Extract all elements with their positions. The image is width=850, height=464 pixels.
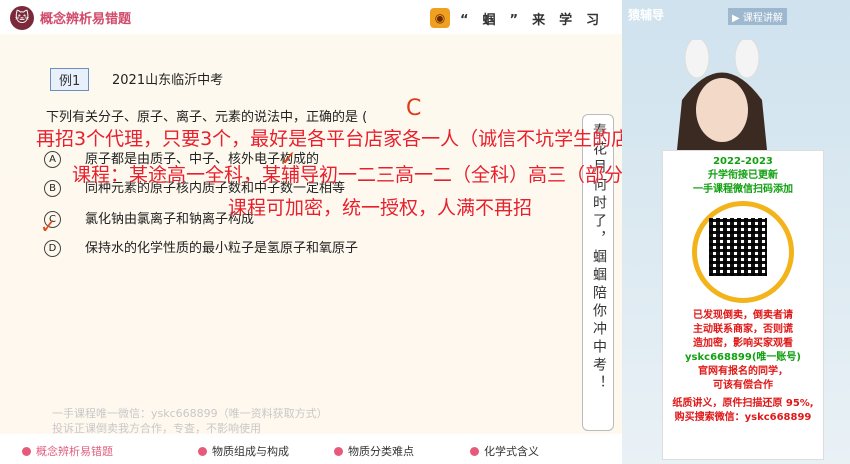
question-stem: 下列有关分子、原子、离子、元素的说法中，正确的是 ( — [46, 110, 368, 125]
option-c[interactable]: C 氯化钠由氯离子和钠离子构成 — [44, 208, 254, 228]
qr-code-icon[interactable] — [692, 201, 794, 303]
brand-title: 概念辨析易错题 — [40, 12, 132, 27]
option-letter: B — [44, 180, 61, 197]
ad-line: yskc668899(唯一账号) — [685, 352, 801, 363]
overlay-line-3: 课程可加密，统一授权，人满不再招 — [228, 197, 533, 219]
bottom-nav: 概念辨析易错题 物质组成与构成 物质分类难点 化学式含义 — [0, 434, 622, 464]
brand-icon: 🐱 — [10, 6, 34, 30]
slide-content: 例1 2021山东临沂中考 下列有关分子、原子、离子、元素的说法中，正确的是 (… — [0, 34, 622, 434]
ad-panel: 2022-2023 升学衔接已更新 一手课程微信扫码添加 已发现倒卖，倒卖者请 … — [662, 150, 824, 460]
nav-label: 概念辨析易错题 — [36, 445, 113, 458]
top-bar: 🐱 概念辨析易错题 ◉ “蝈”来学习 — [0, 0, 622, 34]
watermark-line-1: 一手课程唯一微信：yskc668899（唯一资料获取方式） — [52, 407, 328, 420]
nav-item-classification[interactable]: 物质分类难点 — [334, 443, 414, 459]
overlay-line-2: 课程：某途高一全科，某辅导初一二三高一二（全科）高三（部分） — [72, 164, 643, 186]
nav-dot-icon — [334, 447, 343, 456]
ad-line: 可该有偿合作 — [713, 380, 773, 391]
ad-line: 购买搜索微信：yskc668899 — [674, 412, 812, 423]
ad-line: 已发现倒卖，倒卖者请 — [693, 310, 793, 321]
nav-dot-icon — [198, 447, 207, 456]
ad-line: 一手课程微信扫码添加 — [693, 184, 793, 195]
example-source: 2021山东临沂中考 — [112, 73, 224, 88]
teacher-video: 猿辅导 ▶ 课程讲解 2022-2023 升学衔接已更新 一手课程微信扫码添加 … — [622, 0, 850, 464]
ad-line: 升学衔接已更新 — [708, 170, 778, 181]
option-letter: D — [44, 240, 61, 257]
video-tag: ▶ 课程讲解 — [728, 8, 787, 25]
nav-dot-icon — [470, 447, 479, 456]
nav-label: 物质分类难点 — [348, 445, 414, 458]
option-d[interactable]: D 保持水的化学性质的最小粒子是氢原子和氧原子 — [44, 237, 358, 257]
answer-mark: C — [406, 96, 422, 121]
slogan-icon: ◉ — [430, 8, 450, 28]
ad-line: 官网有报名的同学， — [698, 366, 788, 377]
overlay-line-1: 再招3个代理，只要3个，最好是各平台店家各一人（诚信不坑学生的店家） — [36, 128, 669, 150]
nav-item-formula[interactable]: 化学式含义 — [470, 443, 539, 459]
nav-label: 物质组成与构成 — [212, 445, 289, 458]
ad-line: 纸质讲义，原件扫描还原 95%, — [672, 398, 814, 409]
ad-year: 2022-2023 — [713, 156, 773, 167]
check-mark-icon: ✓ — [40, 214, 57, 238]
video-logo: 猿辅导 — [628, 8, 665, 22]
nav-item-composition[interactable]: 物质组成与构成 — [198, 443, 289, 459]
nav-label: 化学式含义 — [484, 445, 539, 458]
slogan: “蝈”来学习 — [460, 13, 614, 28]
option-text: 保持水的化学性质的最小粒子是氢原子和氧原子 — [85, 241, 359, 256]
nav-item-concept[interactable]: 概念辨析易错题 — [22, 443, 113, 459]
ad-line: 主动联系商家，否则谎 — [693, 324, 793, 335]
option-letter: A — [44, 151, 61, 168]
ad-line: 造加密，影响买家观看 — [693, 338, 793, 349]
example-tag: 例1 — [50, 68, 90, 91]
vertical-slogan: 春花月何时了，蝈蝈陪你冲中考！ — [591, 123, 607, 393]
nav-dot-icon — [22, 447, 31, 456]
